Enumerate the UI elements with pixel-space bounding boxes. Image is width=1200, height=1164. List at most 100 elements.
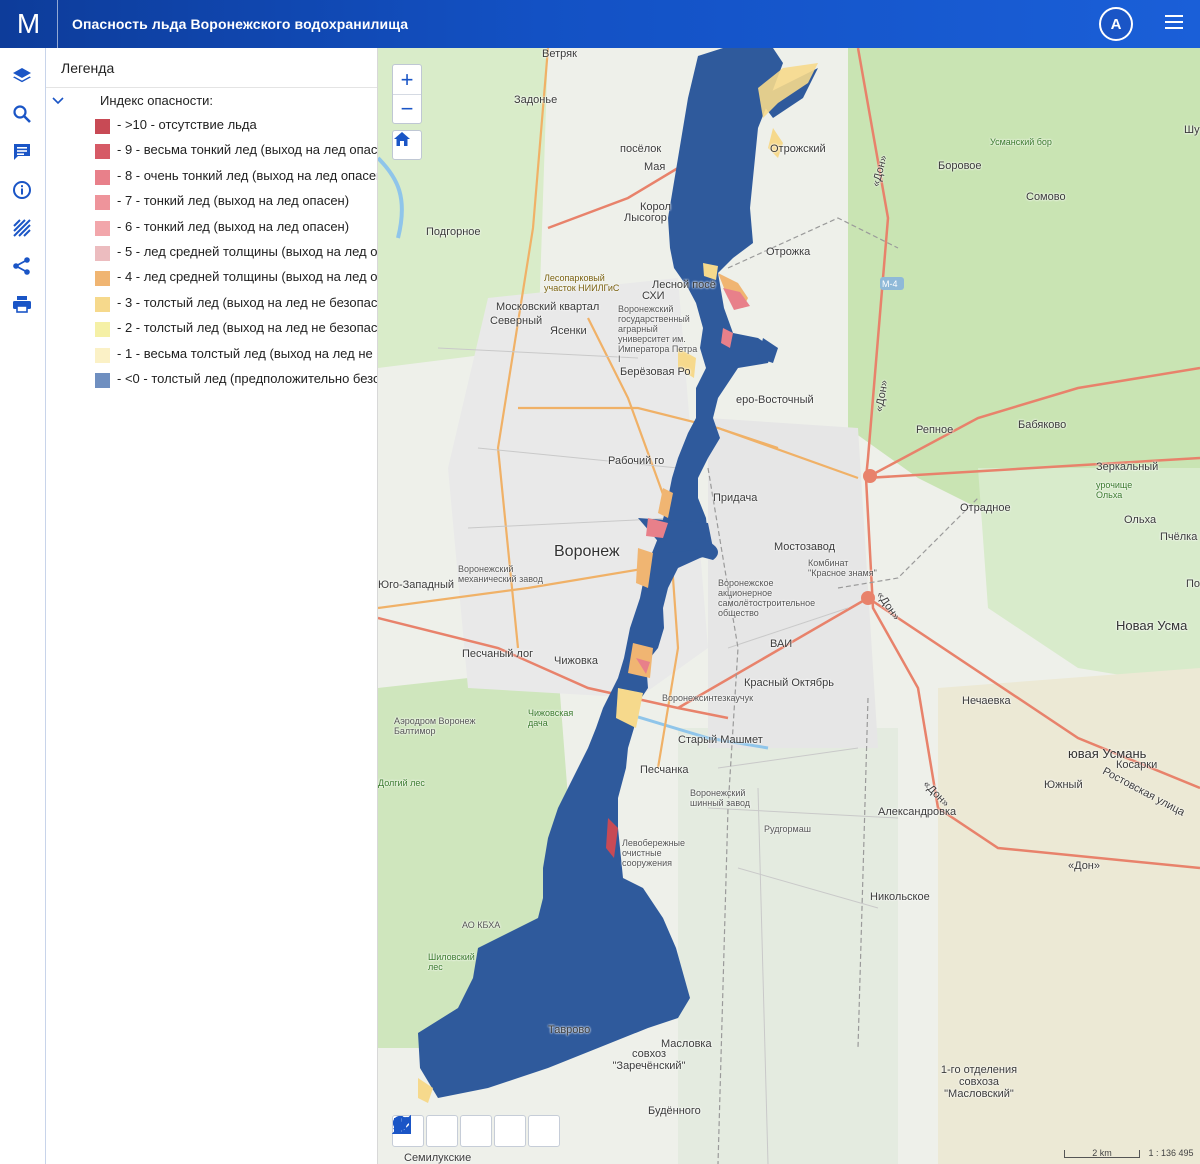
hatch-icon[interactable] [10,216,34,240]
legend-item: - >10 - отсутствие льда [46,116,377,136]
map-label: еро-Восточный [736,394,814,406]
legend-item: - 7 - тонкий лед (выход на лед опасен) [46,192,377,212]
legend-item: - 9 - весьма тонкий лед (выход на лед оп… [46,141,378,161]
legend-item: - 8 - очень тонкий лед (выход на лед опа… [46,167,378,187]
map-label: Отрадное [960,502,1011,514]
map-label: Северный [490,315,543,327]
legend-swatch [95,119,110,134]
map-label: АО КБХА [462,920,501,930]
legend-item-label: - 3 - толстый лед (выход на лед не безоп… [117,294,378,310]
legend-swatch [95,373,110,388]
zoom-out-button[interactable]: − [393,94,421,123]
map-label: Московский квартал [496,301,600,313]
map-label: Красный Октябрь [744,677,834,689]
legend-item: - 3 - толстый лед (выход на лед не безоп… [46,294,378,314]
compare-button[interactable] [394,1115,560,1147]
map-label: Чижовка [554,655,598,667]
map-label: Песчаный лог [462,648,534,660]
map-label: Ветряк [542,48,577,60]
map-label: Семилукские [404,1152,472,1164]
map-label: Отрожский [770,143,826,155]
map-label: Придача [713,492,758,504]
info-icon[interactable] [10,178,34,202]
legend-panel: Легенда Индекс опасности: - >10 - отсутс… [46,48,378,1164]
map-label: Песчанка [640,764,689,776]
map-label: Воронежское акционерное самолётостроител… [718,578,816,618]
chevron-down-icon[interactable] [52,96,64,106]
layers-icon[interactable] [10,64,34,88]
map-label: Репное [916,424,954,436]
zoom-out-tool-button[interactable] [393,1115,458,1147]
measure-distance-button[interactable] [393,1115,492,1147]
map-label: Берёзовая Ро [620,366,691,378]
print-icon[interactable] [10,292,34,316]
map-label: Чижовская дача [528,708,574,728]
legend-swatch [95,169,110,185]
zoom-in-button[interactable]: + [393,65,421,94]
map-label: ВАИ [770,638,793,650]
legend-item-label: - 9 - весьма тонкий лед (выход на лед оп… [117,142,378,158]
map-label: урочище Ольха [1096,480,1133,500]
app-logo[interactable]: M [0,0,58,48]
map-label: Нечаевка [962,695,1011,707]
legend-swatch [95,322,110,338]
city-label-voronezh: Воронеж [554,543,620,560]
legend-swatch [95,296,110,312]
legend-item-label: - 8 - очень тонкий лед (выход на лед опа… [117,167,378,183]
left-toolbar [0,48,46,1164]
legend-item-label: - 2 - толстый лед (выход на лед не безоп… [117,320,378,336]
home-button[interactable] [392,130,422,160]
map-label: Шу [1184,124,1200,136]
map-label: По [1186,578,1200,590]
legend-item-label: - >10 - отсутствие льда [117,117,257,132]
share-icon[interactable] [10,254,34,278]
map-label: Никольское [870,891,930,903]
zoom-control: + − [392,64,422,124]
map-label: Южный [1044,779,1083,791]
scale-ratio: 1 : 136 495 [1148,1148,1194,1158]
map-label: Воронежский государственный аграрный уни… [618,304,698,364]
legend-swatch [95,271,110,287]
user-avatar[interactable]: A [1099,7,1133,41]
map-label: Подгорное [426,226,481,238]
map-label: СХИ [642,290,665,302]
map-label: Ольха [1124,514,1157,526]
compare-icon [394,1116,411,1134]
map-label: Лесопарковый участок НИИЛГиС [544,273,620,293]
measure-area-button[interactable] [392,1115,526,1147]
legend-swatch [95,195,110,211]
legend-group-danger-index[interactable]: Индекс опасности: [46,92,377,112]
interchange-marker [861,591,875,605]
legend-item: - 4 - лед средней толщины (выход на лед … [46,268,378,288]
legend-item: - 2 - толстый лед (выход на лед не безоп… [46,319,378,339]
legend-group-label: Индекс опасности: [100,93,214,108]
map-label: Старый Машмет [678,734,763,746]
legend-item-label: - 6 - тонкий лед (выход на лед опасен) [117,218,350,234]
map-label: Комбинат "Красное знамя" [808,558,877,578]
map-scale: 2 km 1 : 136 495 [1064,1148,1194,1158]
legend-item-label: - <0 - толстый лед (предположительно без… [117,371,377,386]
scale-bar: 2 km [1064,1149,1140,1158]
comment-icon[interactable] [10,140,34,164]
map-label: 1-го отделения совхоза "Масловский" [940,1064,1018,1100]
map-label: Задонье [514,94,558,106]
interchange-marker [863,469,877,483]
map-label: Воронежсинтезкаучук [662,693,754,703]
map-label: «Дон» [1068,860,1101,872]
map-label: Новая Усма [1116,618,1188,633]
map-label: Зеркальный [1096,461,1159,473]
legend-item-label: - 4 - лед средней толщины (выход на лед … [117,269,378,285]
map-label: Отрожка [766,246,811,258]
highway-shield-label: М-4 [882,279,898,289]
map-label: Пчёлка [1160,531,1198,543]
map-label: посёлок [620,143,662,155]
map-label: Рабочий го [608,455,665,467]
search-icon[interactable] [10,102,34,126]
hamburger-menu-icon[interactable] [1165,15,1185,33]
map-label: Аэродром Воронеж Балтимор [394,716,476,736]
home-icon [394,132,410,146]
map-label: Левобережные очистные сооружения [622,838,686,868]
legend-item-label: - 5 - лед средней толщины (выход на лед … [117,244,378,259]
map-view[interactable]: Задонье Ветряк посёлок Отрожский Мая Кор… [378,48,1200,1164]
legend-swatch [95,246,110,261]
